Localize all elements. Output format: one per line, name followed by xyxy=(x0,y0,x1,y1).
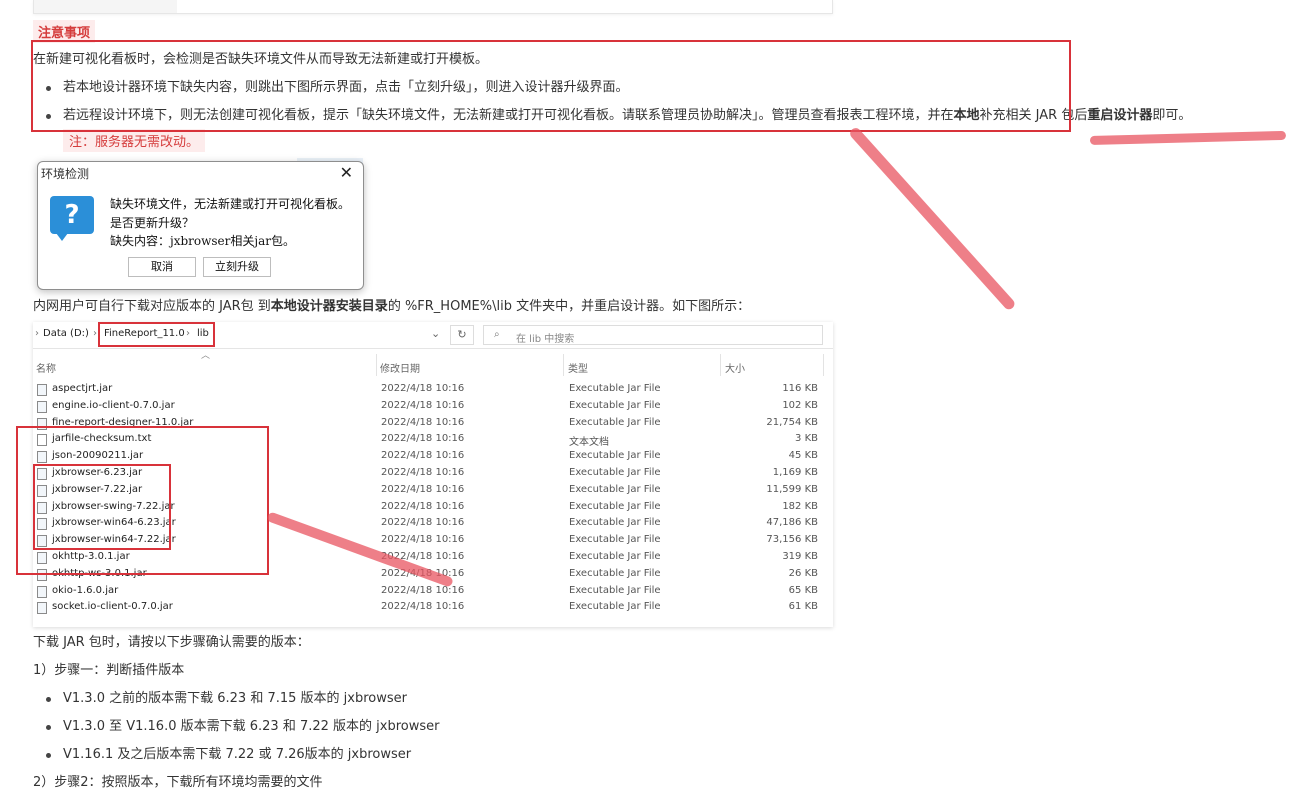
dialog-message-3: 缺失内容：jxbrowser相关jar包。 xyxy=(110,234,296,248)
file-type: 文本文档 xyxy=(569,437,609,449)
column-name[interactable]: 名称 xyxy=(36,360,56,375)
environment-check-dialog: 环境检测 ✕ ? 缺失环境文件，无法新建或打开可视化看板。 是否更新升级？ 缺失… xyxy=(37,161,364,290)
file-type: Executable Jar File xyxy=(569,467,661,478)
search-icon: ⌕ xyxy=(494,329,500,340)
search-input[interactable]: ⌕ 在 lib 中搜索 xyxy=(483,325,823,345)
question-icon: ? xyxy=(50,196,94,241)
refresh-icon[interactable]: ↻ xyxy=(450,325,474,345)
file-name[interactable]: okio-1.6.0.jar xyxy=(52,585,118,596)
file-size: 319 KB xyxy=(782,551,818,562)
file-size: 102 KB xyxy=(782,399,818,411)
jar-file-icon xyxy=(37,585,47,598)
file-date: 2022/4/18 10:16 xyxy=(381,433,465,445)
sub-note: 注：服务器无需改动。 xyxy=(63,129,206,152)
file-size: 61 KB xyxy=(788,601,818,613)
annotation-box-note xyxy=(31,40,1071,132)
file-size: 182 KB xyxy=(782,500,818,512)
file-date: 2022/4/18 10:16 xyxy=(381,467,465,478)
file-type: Executable Jar File xyxy=(569,534,661,546)
file-type: Executable Jar File xyxy=(569,450,661,462)
file-size: 45 KB xyxy=(788,450,818,462)
version-rule-1: V1.3.0 之前的版本需下载 6.23 和 7.15 版本的 jxbrowse… xyxy=(63,691,407,706)
file-date: 2022/4/18 10:16 xyxy=(381,517,465,529)
jar-file-icon xyxy=(37,400,47,413)
file-size: 116 KB xyxy=(782,383,818,394)
bullet-dot xyxy=(46,697,51,702)
file-type: Executable Jar File xyxy=(569,567,661,579)
file-date: 2022/4/18 10:16 xyxy=(381,601,465,613)
file-size: 21,754 KB xyxy=(766,416,818,428)
file-name[interactable]: engine.io-client-0.7.0.jar xyxy=(52,400,175,411)
file-date: 2022/4/18 10:16 xyxy=(381,584,465,596)
file-type: Executable Jar File xyxy=(569,500,661,512)
intranet-instructions: 内网用户可自行下载对应版本的 JAR包 到本地设计器安装目录的 %FR_HOME… xyxy=(33,299,751,314)
file-date: 2022/4/18 10:16 xyxy=(381,450,465,462)
file-date: 2022/4/18 10:16 xyxy=(381,383,465,394)
file-size: 1,169 KB xyxy=(772,467,818,478)
file-type: Executable Jar File xyxy=(569,416,661,428)
file-size: 73,156 KB xyxy=(766,534,818,546)
file-date: 2022/4/18 10:16 xyxy=(381,500,465,512)
file-type: Executable Jar File xyxy=(569,601,661,613)
chevron-right-icon: › xyxy=(35,328,39,339)
dialog-title: 环境检测 xyxy=(41,167,90,181)
file-size: 47,186 KB xyxy=(766,517,818,529)
file-type: Executable Jar File xyxy=(569,584,661,596)
column-date[interactable]: 修改日期 xyxy=(380,360,420,375)
bullet-dot xyxy=(46,753,51,758)
file-name[interactable]: aspectjrt.jar xyxy=(52,383,112,394)
column-type[interactable]: 类型 xyxy=(568,360,588,375)
version-rule-3: V1.16.1 及之后版本需下载 7.22 或 7.26版本的 jxbrowse… xyxy=(63,747,412,762)
file-type: Executable Jar File xyxy=(569,399,661,411)
step-2: 2）步骤2：按照版本，下载所有环境均需要的文件 xyxy=(33,775,323,790)
file-type: Executable Jar File xyxy=(569,551,661,562)
file-type: Executable Jar File xyxy=(569,383,661,394)
upgrade-now-button[interactable]: 立刻升级 xyxy=(203,257,271,277)
file-size: 3 KB xyxy=(795,433,818,445)
file-date: 2022/4/18 10:16 xyxy=(381,416,465,428)
file-name[interactable]: socket.io-client-0.7.0.jar xyxy=(52,601,173,612)
chevron-down-icon[interactable]: ⌄ xyxy=(431,327,440,340)
previous-screenshot-fragment xyxy=(33,0,833,14)
annotation-box-path xyxy=(98,322,215,347)
dialog-message-2: 是否更新升级？ xyxy=(110,216,195,230)
search-placeholder: 在 lib 中搜索 xyxy=(516,334,575,345)
bullet-dot xyxy=(46,725,51,730)
jar-file-icon xyxy=(37,602,47,615)
cancel-button[interactable]: 取消 xyxy=(128,257,196,277)
annotation-box-jxbrowser xyxy=(33,464,171,550)
close-icon[interactable]: ✕ xyxy=(340,163,353,182)
version-rule-2: V1.3.0 至 V1.16.0 版本需下载 6.23 和 7.22 版本的 j… xyxy=(63,719,440,734)
file-type: Executable Jar File xyxy=(569,483,661,495)
sort-up-icon: ︿ xyxy=(201,351,211,361)
marker-stroke-diagonal xyxy=(847,125,1017,312)
file-size: 26 KB xyxy=(788,567,818,579)
file-size: 11,599 KB xyxy=(766,483,818,495)
file-date: 2022/4/18 10:16 xyxy=(381,534,465,546)
file-size: 65 KB xyxy=(788,584,818,596)
column-size[interactable]: 大小 xyxy=(725,360,745,375)
file-date: 2022/4/18 10:16 xyxy=(381,483,465,495)
file-type: Executable Jar File xyxy=(569,517,661,529)
file-date: 2022/4/18 10:16 xyxy=(381,399,465,411)
breadcrumb-drive[interactable]: Data (D:) xyxy=(43,328,89,339)
step-1: 1）步骤一：判断插件版本 xyxy=(33,663,185,678)
jar-file-icon xyxy=(37,384,47,396)
steps-intro: 下载 JAR 包时，请按以下步骤确认需要的版本： xyxy=(33,635,310,650)
dialog-message-1: 缺失环境文件，无法新建或打开可视化看板。 xyxy=(110,197,351,211)
chevron-right-icon: › xyxy=(93,328,97,339)
marker-stroke-underline xyxy=(1089,130,1287,145)
